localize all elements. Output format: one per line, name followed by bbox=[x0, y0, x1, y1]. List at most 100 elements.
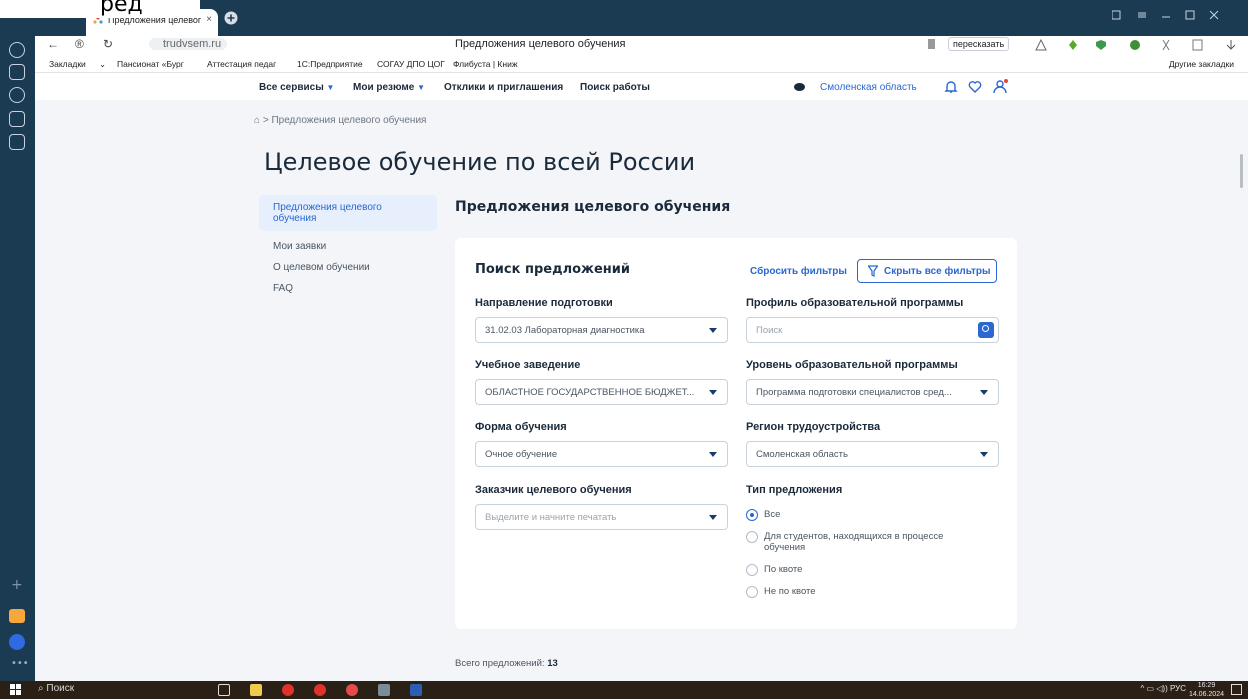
side-menu: Предложения целевого обучения Мои заявки… bbox=[259, 195, 437, 304]
new-tab-icon[interactable] bbox=[224, 11, 238, 25]
bookmark-item[interactable]: 1С:Предприятие bbox=[297, 59, 363, 69]
more-panel-icon[interactable]: ••• bbox=[11, 658, 29, 669]
language-indicator[interactable]: РУС bbox=[1170, 684, 1186, 693]
windows-start-icon[interactable] bbox=[10, 684, 22, 696]
notifications-icon[interactable] bbox=[1231, 684, 1242, 695]
bookmark-item[interactable]: Флибуста | Книж bbox=[453, 59, 518, 69]
institution-value: ОБЛАСТНОЕ ГОСУДАРСТВЕННОЕ БЮДЖЕТ... bbox=[485, 387, 695, 398]
region-select[interactable]: Смоленская область bbox=[746, 441, 999, 467]
bookmark-item[interactable]: Пансионат «Бург bbox=[117, 59, 184, 69]
play-icon[interactable] bbox=[9, 87, 25, 103]
page-title: Целевое обучение по всей России bbox=[264, 148, 696, 176]
accessibility-eye-icon[interactable] bbox=[794, 83, 805, 91]
nav-all-services-label: Все сервисы bbox=[259, 82, 324, 93]
close-tab-icon[interactable]: × bbox=[206, 14, 212, 25]
side-menu-item-faq[interactable]: FAQ bbox=[259, 283, 437, 294]
side-menu-item-my-applications[interactable]: Мои заявки bbox=[259, 241, 437, 252]
home-icon[interactable]: ⌂ bbox=[254, 115, 260, 126]
institution-select[interactable]: ОБЛАСТНОЕ ГОСУДАРСТВЕННОЕ БЮДЖЕТ... bbox=[475, 379, 728, 405]
profile-search-input[interactable]: Поиск bbox=[746, 317, 999, 343]
offer-type-radio-quota[interactable]: По квоте bbox=[746, 564, 986, 578]
page-scrollbar[interactable] bbox=[1240, 154, 1243, 188]
nav-responses[interactable]: Отклики и приглашения bbox=[444, 82, 563, 93]
radio-icon bbox=[746, 531, 758, 543]
yandex-icon[interactable] bbox=[314, 684, 326, 696]
os-taskbar: ⌕ Поиск ^ ▭ ◁)) РУС 16:29 14.06.2024 bbox=[0, 681, 1248, 699]
taskbar-search[interactable]: ⌕ Поиск bbox=[38, 683, 74, 694]
yandex-protect-icon[interactable]: ® bbox=[75, 37, 84, 51]
reset-filters-link[interactable]: Сбросить фильтры bbox=[750, 266, 847, 277]
level-value: Программа подготовки специалистов сред..… bbox=[756, 387, 952, 398]
opera-icon[interactable] bbox=[282, 684, 294, 696]
level-select[interactable]: Программа подготовки специалистов сред..… bbox=[746, 379, 999, 405]
side-menu-item-about[interactable]: О целевом обучении bbox=[259, 262, 437, 273]
system-tray[interactable]: ^ ▭ ◁)) РУС bbox=[1141, 684, 1187, 693]
search-title: Поиск предложений bbox=[475, 262, 630, 277]
form-label: Форма обучения bbox=[475, 421, 567, 433]
profile-icon[interactable] bbox=[993, 79, 1009, 94]
form-select[interactable]: Очное обучение bbox=[475, 441, 728, 467]
file-explorer-icon[interactable] bbox=[250, 684, 262, 696]
url-domain[interactable]: trudvsem.ru bbox=[149, 38, 228, 50]
media-icon[interactable] bbox=[9, 134, 25, 150]
customer-select[interactable]: Выделите и начните печатать bbox=[475, 504, 728, 530]
form-value: Очное обучение bbox=[485, 449, 558, 460]
total-offers-label: Всего предложений: bbox=[455, 658, 545, 669]
region-selector[interactable]: Смоленская область bbox=[820, 82, 917, 93]
yandex-browser-icon[interactable] bbox=[346, 684, 358, 696]
side-menu-item-offers[interactable]: Предложения целевого обучения bbox=[259, 195, 437, 231]
profile-placeholder: Поиск bbox=[756, 325, 783, 336]
bookmarks-bar: Закладки ⌄ Пансионат «Бург Аттестация пе… bbox=[35, 55, 1248, 73]
offer-type-radio-no-quota[interactable]: Не по квоте bbox=[746, 586, 986, 600]
chevron-down-icon bbox=[709, 328, 717, 333]
nav-my-resumes-label: Мои резюме bbox=[353, 82, 415, 93]
chevron-down-icon bbox=[709, 452, 717, 457]
other-bookmarks[interactable]: Другие закладки bbox=[1169, 59, 1234, 69]
browser-side-panel: + ••• bbox=[0, 36, 35, 681]
clock-date: 14.06.2024 bbox=[1188, 691, 1224, 698]
total-offers: Всего предложений: 13 bbox=[455, 658, 558, 669]
clock[interactable]: 16:29 14.06.2024 bbox=[1189, 681, 1224, 699]
clock-time: 16:29 bbox=[1197, 682, 1216, 689]
nav-all-services[interactable]: Все сервисы ▼ bbox=[259, 82, 334, 93]
chevron-down-icon bbox=[709, 515, 717, 520]
favorites-heart-icon[interactable] bbox=[968, 80, 982, 94]
radio-icon bbox=[746, 564, 758, 576]
address-bar: ← ® ↻ trudvsem.ru Предложения целевого о… bbox=[35, 36, 1248, 54]
chevron-down-icon: ▼ bbox=[326, 83, 335, 92]
caption-text: ред bbox=[100, 0, 143, 17]
customer-placeholder: Выделите и начните печатать bbox=[485, 512, 617, 523]
add-panel-icon[interactable]: + bbox=[11, 577, 23, 593]
bookmark-item[interactable]: Аттестация педаг bbox=[207, 59, 276, 69]
bookmark-item[interactable]: Закладки bbox=[49, 59, 86, 69]
extensions-toolbar-icon[interactable] bbox=[1035, 38, 1245, 52]
nav-job-search[interactable]: Поиск работы bbox=[580, 82, 650, 93]
search-icon[interactable] bbox=[978, 322, 994, 338]
calculator-icon[interactable] bbox=[378, 684, 390, 696]
offer-type-radio-students[interactable]: Для студентов, находящихся в процессе об… bbox=[746, 531, 986, 557]
history-icon[interactable] bbox=[9, 42, 25, 58]
back-icon[interactable]: ← bbox=[47, 37, 59, 51]
offer-type-label: Тип предложения bbox=[746, 484, 843, 496]
taskbar-search-label: Поиск bbox=[46, 683, 75, 694]
chevron-down-icon[interactable]: ⌄ bbox=[99, 59, 106, 70]
nav-my-resumes[interactable]: Мои резюме ▼ bbox=[353, 82, 425, 93]
reload-icon[interactable]: ↻ bbox=[103, 37, 113, 51]
breadcrumb-current: > Предложения целевого обучения bbox=[262, 115, 427, 126]
mail-app-icon[interactable] bbox=[9, 609, 25, 623]
notifications-bell-icon[interactable] bbox=[944, 80, 958, 94]
tab-counter-icon[interactable] bbox=[9, 111, 25, 127]
direction-select[interactable]: 31.02.03 Лабораторная диагностика bbox=[475, 317, 728, 343]
hide-all-filters-button[interactable]: Скрыть все фильтры bbox=[857, 259, 997, 283]
task-view-icon[interactable] bbox=[218, 684, 230, 696]
messenger-app-icon[interactable] bbox=[9, 634, 25, 650]
window-controls-icon[interactable] bbox=[1112, 9, 1240, 21]
word-icon[interactable] bbox=[410, 684, 422, 696]
hide-all-filters-label: Скрыть все фильтры bbox=[884, 266, 991, 277]
collections-icon[interactable] bbox=[9, 64, 25, 80]
retell-button[interactable]: пересказать bbox=[948, 37, 1010, 51]
offer-type-radio-all[interactable]: Все bbox=[746, 509, 986, 523]
bookmark-item[interactable]: СОГАУ ДПО ЦОГ bbox=[377, 59, 445, 69]
total-offers-count: 13 bbox=[547, 658, 558, 669]
bookmark-flag-icon[interactable] bbox=[928, 39, 935, 49]
